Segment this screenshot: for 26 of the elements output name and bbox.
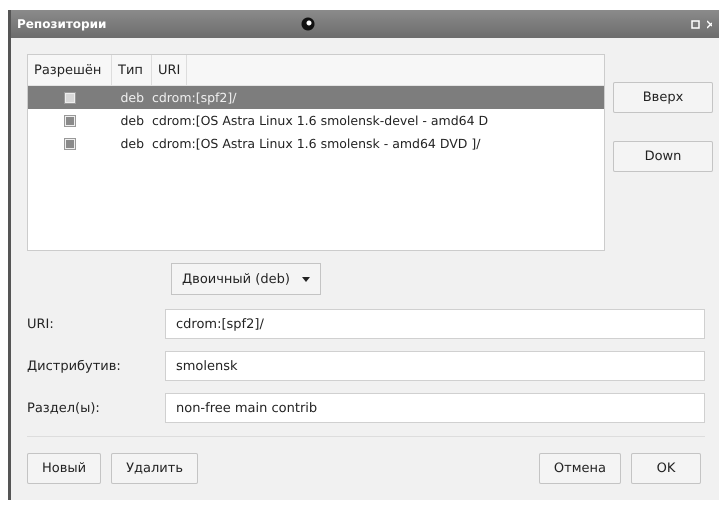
column-header[interactable]: Тип [112,55,152,85]
column-header[interactable]: URI [152,55,188,85]
input-field[interactable]: non-free main contrib [165,393,705,423]
uri-cell: cdrom:[OS Astra Linux 1.6 smolensk - amd64 DVD ]/ [152,136,480,151]
table-row[interactable]: deb cdrom:[OS Astra Linux 1.6 smolensk-devel - amd64 D [28,109,604,132]
type-cell-text: deb [119,90,145,105]
type-cell-text: deb [119,136,145,151]
window-title: Репозитории [17,17,106,31]
column-header[interactable]: Разрешён [28,55,112,85]
input-field[interactable]: cdrom:[spf2]/ [165,309,705,339]
uri-cell: cdrom:[OS Astra Linux 1.6 smolensk-devel - amd64 D [152,113,488,128]
table-row[interactable]: deb cdrom:[OS Astra Linux 1.6 smolensk - amd64 DVD ]/ [28,132,604,155]
type-cell-text: deb [119,113,145,128]
field-label: Раздел(ы): [27,400,101,416]
dialog-button[interactable]: OK [631,453,701,484]
uri-cell: cdrom:[spf2]/ [152,90,236,105]
field-label: Дистрибутив: [27,358,122,374]
input-field[interactable]: smolensk [165,351,705,381]
move-button[interactable]: Вверх [613,82,713,113]
type-dropdown[interactable]: Двоичный (deb) [171,263,321,295]
action-button[interactable]: Удалить [111,453,198,484]
action-button[interactable]: Новый [27,453,102,484]
field-label: URI: [27,316,55,332]
dialog-button[interactable]: Отмена [538,453,621,484]
move-button[interactable]: Down [613,141,713,172]
table-row[interactable]: deb cdrom:[spf2]/ [28,86,604,109]
